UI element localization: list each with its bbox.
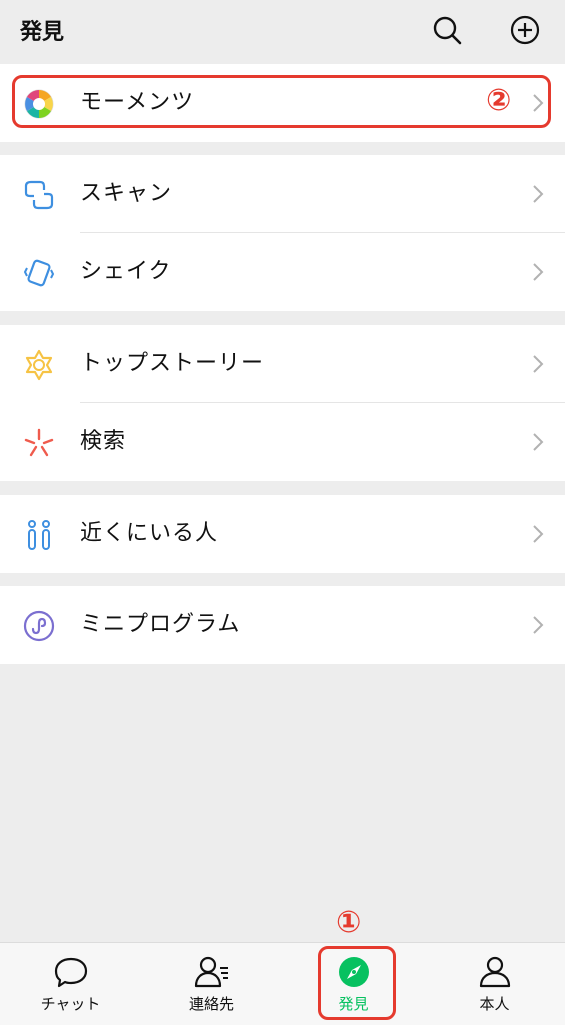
group-moments: モーメンツ [0, 64, 565, 142]
group-topstories-search: トップストーリー 検索 [0, 325, 565, 481]
top-bar: 発見 [0, 0, 565, 62]
menu-item-people-nearby[interactable]: 近くにいる人 [0, 495, 565, 573]
add-circle-icon[interactable] [508, 13, 542, 47]
menu-item-shake[interactable]: シェイク [0, 233, 565, 311]
menu-item-label: スキャン [80, 181, 173, 206]
mini-program-icon [22, 609, 56, 643]
menu-item-search[interactable]: 検索 [0, 403, 565, 481]
tab-chat[interactable]: チャット [0, 943, 141, 1025]
chevron-right-icon [531, 431, 545, 453]
contacts-icon [193, 953, 231, 991]
menu-item-scan[interactable]: スキャン [0, 155, 565, 233]
chevron-right-icon [531, 261, 545, 283]
tab-label: 発見 [338, 995, 369, 1013]
group-scan-shake: スキャン シェイク [0, 155, 565, 311]
chevron-right-icon [531, 183, 545, 205]
page-title: 発見 [20, 20, 65, 45]
annotation-marker-1: ① [336, 905, 362, 940]
moments-aperture-icon [22, 87, 56, 121]
menu-item-label: モーメンツ [80, 90, 195, 115]
chevron-right-icon [531, 523, 545, 545]
menu-item-label: ミニプログラム [80, 612, 241, 637]
chevron-right-icon [531, 614, 545, 636]
menu-item-label: トップストーリー [80, 351, 265, 376]
annotation-marker-2: ② [486, 83, 512, 118]
chat-bubble-icon [52, 953, 90, 991]
bottom-tab-bar: チャット 連絡先 発見 本人 [0, 942, 565, 1025]
shake-icon [22, 256, 56, 290]
top-stories-icon [22, 348, 56, 382]
search-star-icon [22, 426, 56, 460]
group-nearby: 近くにいる人 [0, 495, 565, 573]
person-icon [476, 953, 514, 991]
group-mini-programs: ミニプログラム [0, 586, 565, 664]
search-icon[interactable] [430, 13, 464, 47]
chevron-right-icon [531, 92, 545, 114]
people-nearby-icon [22, 518, 56, 552]
discover-compass-icon [335, 953, 373, 991]
tab-contacts[interactable]: 連絡先 [141, 943, 282, 1025]
chevron-right-icon [531, 353, 545, 375]
scan-icon [22, 178, 56, 212]
tab-label: 連絡先 [188, 995, 234, 1013]
menu-item-moments[interactable]: モーメンツ [0, 64, 565, 142]
tab-me[interactable]: 本人 [424, 943, 565, 1025]
menu-item-label: シェイク [80, 259, 172, 284]
menu-item-label: 検索 [80, 429, 127, 454]
tab-label: 本人 [479, 995, 510, 1013]
menu-item-mini-programs[interactable]: ミニプログラム [0, 586, 565, 664]
tab-discover[interactable]: 発見 [283, 943, 424, 1025]
tab-label: チャット [40, 995, 101, 1013]
menu-item-label: 近くにいる人 [80, 521, 219, 546]
menu-item-top-stories[interactable]: トップストーリー [0, 325, 565, 403]
